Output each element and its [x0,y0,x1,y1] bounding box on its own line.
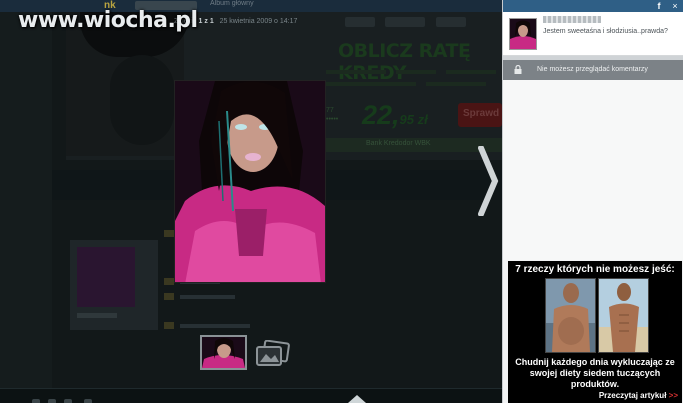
filmstrip-image-placeholder-icon[interactable] [254,339,292,368]
ad-description: Chudnij każdego dnia wykluczając ze swoj… [515,357,675,389]
read-article-link[interactable]: Przeczytaj artykuł >> [599,391,678,400]
background-thumb-caption [77,313,117,318]
portrait-illustration [175,81,325,282]
background-list-line [180,324,250,328]
background-ad-bar: Bank Kredodor WBK [326,138,502,152]
close-icon[interactable]: × [669,0,681,12]
background-bottom-icon [64,399,72,403]
description-text: Jestem sweetaśna i słodziusia..prawda? [543,28,668,35]
next-photo-arrow-icon[interactable] [477,145,499,217]
background-list-icon [164,278,174,285]
background-nav-pill [345,17,375,27]
comments-area [503,80,683,260]
background-nav-pill [385,17,425,27]
lock-icon [514,65,522,74]
background-bottom-bar [0,388,502,403]
article-ad[interactable]: 7 rzeczy których nie możesz jeść: Chudni… [508,261,682,403]
comments-locked-notice: Nie możesz przeglądać komentarzy [503,60,683,80]
ad-image-before [545,278,596,353]
scroll-up-arrow-icon[interactable] [348,395,366,403]
background-list-icon [164,293,174,300]
background-list-icon [164,230,174,237]
background-left-column [0,12,52,403]
facebook-share-icon[interactable]: f [653,0,665,12]
photo-description: Jestem sweetaśna i słodziusia..prawda? [503,12,683,56]
double-arrow-icon: >> [668,391,678,400]
background-list-icon [164,322,174,329]
background-thumb-image [77,247,135,307]
ad-title: 7 rzeczy których nie możesz jeść: [515,264,675,275]
background-ad-small-text: 77 ••••• [326,107,339,123]
album-label: Album główny [210,0,254,7]
background-ad-button: Sprawd [458,103,502,127]
background-list-line [180,295,235,299]
background-bottom-icon [84,399,92,403]
background-bottom-icon [48,399,56,403]
main-photo [174,80,326,283]
background-ad-rows [326,66,502,96]
ad-image-after [598,278,649,353]
site-watermark: www.wiocha.pl [18,8,198,33]
notice-text: Nie możesz przeglądać komentarzy [537,66,648,73]
blurred-author-name [543,16,601,23]
filmstrip-thumbnail[interactable] [200,335,247,370]
background-nav-pill [436,17,466,27]
background-bottom-icon [32,399,40,403]
background-face-shape [110,55,174,145]
background-ad-price: 22,95 zł [362,100,428,130]
avatar[interactable] [509,18,537,50]
